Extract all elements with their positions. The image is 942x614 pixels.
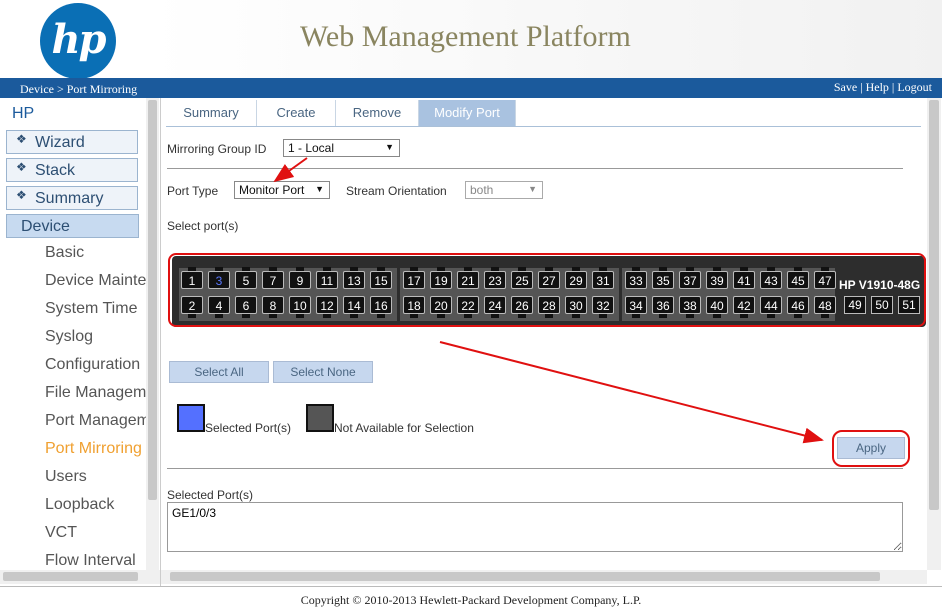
tab-underline bbox=[166, 126, 921, 127]
mirroring-group-label: Mirroring Group ID bbox=[167, 142, 267, 156]
sidebar-item-file-management[interactable]: File Manageme bbox=[45, 384, 155, 402]
sidebar-item-port-mirroring[interactable]: Port Mirroring bbox=[45, 440, 142, 458]
tab-modify-port[interactable]: Modify Port bbox=[419, 100, 516, 126]
nav-label: Device bbox=[21, 218, 70, 235]
sidebar-item-configuration[interactable]: Configuration bbox=[45, 356, 140, 374]
logout-link[interactable]: Logout bbox=[897, 80, 932, 94]
diamond-icon: ❖ bbox=[16, 132, 27, 146]
tab-remove[interactable]: Remove bbox=[336, 100, 419, 126]
sidebar-item-basic[interactable]: Basic bbox=[45, 244, 84, 262]
mirroring-group-select[interactable]: 1 - Local ▼ bbox=[283, 139, 400, 157]
sidebar-item-vct[interactable]: VCT bbox=[45, 524, 77, 542]
stream-orientation-value: both bbox=[470, 183, 494, 197]
breadcrumb: Device > Port Mirroring bbox=[20, 82, 138, 96]
diamond-icon: ❖ bbox=[16, 188, 27, 202]
select-all-button[interactable]: Select All bbox=[169, 361, 269, 383]
help-link[interactable]: Help bbox=[866, 80, 889, 94]
nav-stack[interactable]: ❖ Stack bbox=[6, 158, 138, 182]
stream-orientation-select[interactable]: both ▼ bbox=[465, 181, 543, 199]
hp-logo: hp bbox=[40, 3, 116, 78]
save-link[interactable]: Save bbox=[834, 80, 857, 94]
top-bar: Device > Port Mirroring Save | Help | Lo… bbox=[0, 78, 942, 98]
nav-label: Wizard bbox=[35, 134, 85, 151]
select-ports-label: Select port(s) bbox=[167, 219, 239, 233]
platform-title: Web Management Platform bbox=[300, 20, 631, 53]
footer-copyright: Copyright © 2010-2013 Hewlett-Packard De… bbox=[0, 586, 942, 614]
main-content: Summary Create Remove Modify Port Mirror… bbox=[161, 98, 942, 586]
sidebar-item-system-time[interactable]: System Time bbox=[45, 300, 137, 318]
header: hp Web Management Platform bbox=[0, 0, 942, 78]
port-type-value: Monitor Port bbox=[239, 183, 305, 197]
link-separator: | bbox=[857, 80, 866, 94]
sidebar: HP ❖ Wizard ❖ Stack ❖ Summary Device Basic … bbox=[0, 98, 161, 586]
legend-unavailable-swatch bbox=[306, 404, 334, 432]
tab-create[interactable]: Create bbox=[257, 100, 336, 126]
dropdown-arrow-icon: ▼ bbox=[315, 184, 324, 194]
port-type-select[interactable]: Monitor Port ▼ bbox=[234, 181, 330, 199]
nav-device[interactable]: Device bbox=[6, 214, 139, 238]
selected-ports-textarea[interactable] bbox=[167, 502, 903, 552]
top-links: Save | Help | Logout bbox=[834, 80, 932, 95]
sidebar-item-users[interactable]: Users bbox=[45, 468, 87, 486]
stream-orientation-label: Stream Orientation bbox=[346, 184, 447, 198]
diamond-icon: ❖ bbox=[16, 160, 27, 174]
sidebar-item-flow-interval[interactable]: Flow Interval bbox=[45, 552, 136, 570]
legend-unavailable-label: Not Available for Selection bbox=[334, 421, 474, 435]
sidebar-item-port-management[interactable]: Port Managem bbox=[45, 412, 150, 430]
nav-summary[interactable]: ❖ Summary bbox=[6, 186, 138, 210]
legend-selected-swatch bbox=[177, 404, 205, 432]
content-vertical-scroll-thumb[interactable] bbox=[929, 100, 939, 510]
dropdown-arrow-icon: ▼ bbox=[385, 142, 394, 152]
select-none-button[interactable]: Select None bbox=[273, 361, 373, 383]
port-panel-highlight bbox=[168, 253, 926, 327]
legend-selected-label: Selected Port(s) bbox=[205, 421, 292, 435]
nav-label: Summary bbox=[35, 190, 104, 207]
nav-root-hp[interactable]: HP bbox=[12, 105, 34, 123]
sidebar-vertical-scroll-thumb[interactable] bbox=[148, 100, 157, 500]
sidebar-horizontal-scroll-thumb[interactable] bbox=[3, 572, 138, 581]
port-type-label: Port Type bbox=[167, 184, 219, 198]
mirroring-group-value: 1 - Local bbox=[288, 141, 335, 155]
dropdown-arrow-icon: ▼ bbox=[528, 184, 537, 194]
content-horizontal-scroll-thumb[interactable] bbox=[170, 572, 880, 581]
apply-highlight bbox=[832, 430, 910, 467]
sidebar-item-loopback[interactable]: Loopback bbox=[45, 496, 114, 514]
sidebar-item-device-maintenance[interactable]: Device Mainten bbox=[45, 272, 155, 290]
nav-label: Stack bbox=[35, 162, 76, 179]
divider bbox=[167, 168, 903, 169]
sidebar-item-syslog[interactable]: Syslog bbox=[45, 328, 93, 346]
selected-ports-label: Selected Port(s) bbox=[167, 488, 254, 502]
nav-wizard[interactable]: ❖ Wizard bbox=[6, 130, 138, 154]
divider bbox=[167, 468, 903, 469]
tab-summary[interactable]: Summary bbox=[166, 100, 257, 126]
